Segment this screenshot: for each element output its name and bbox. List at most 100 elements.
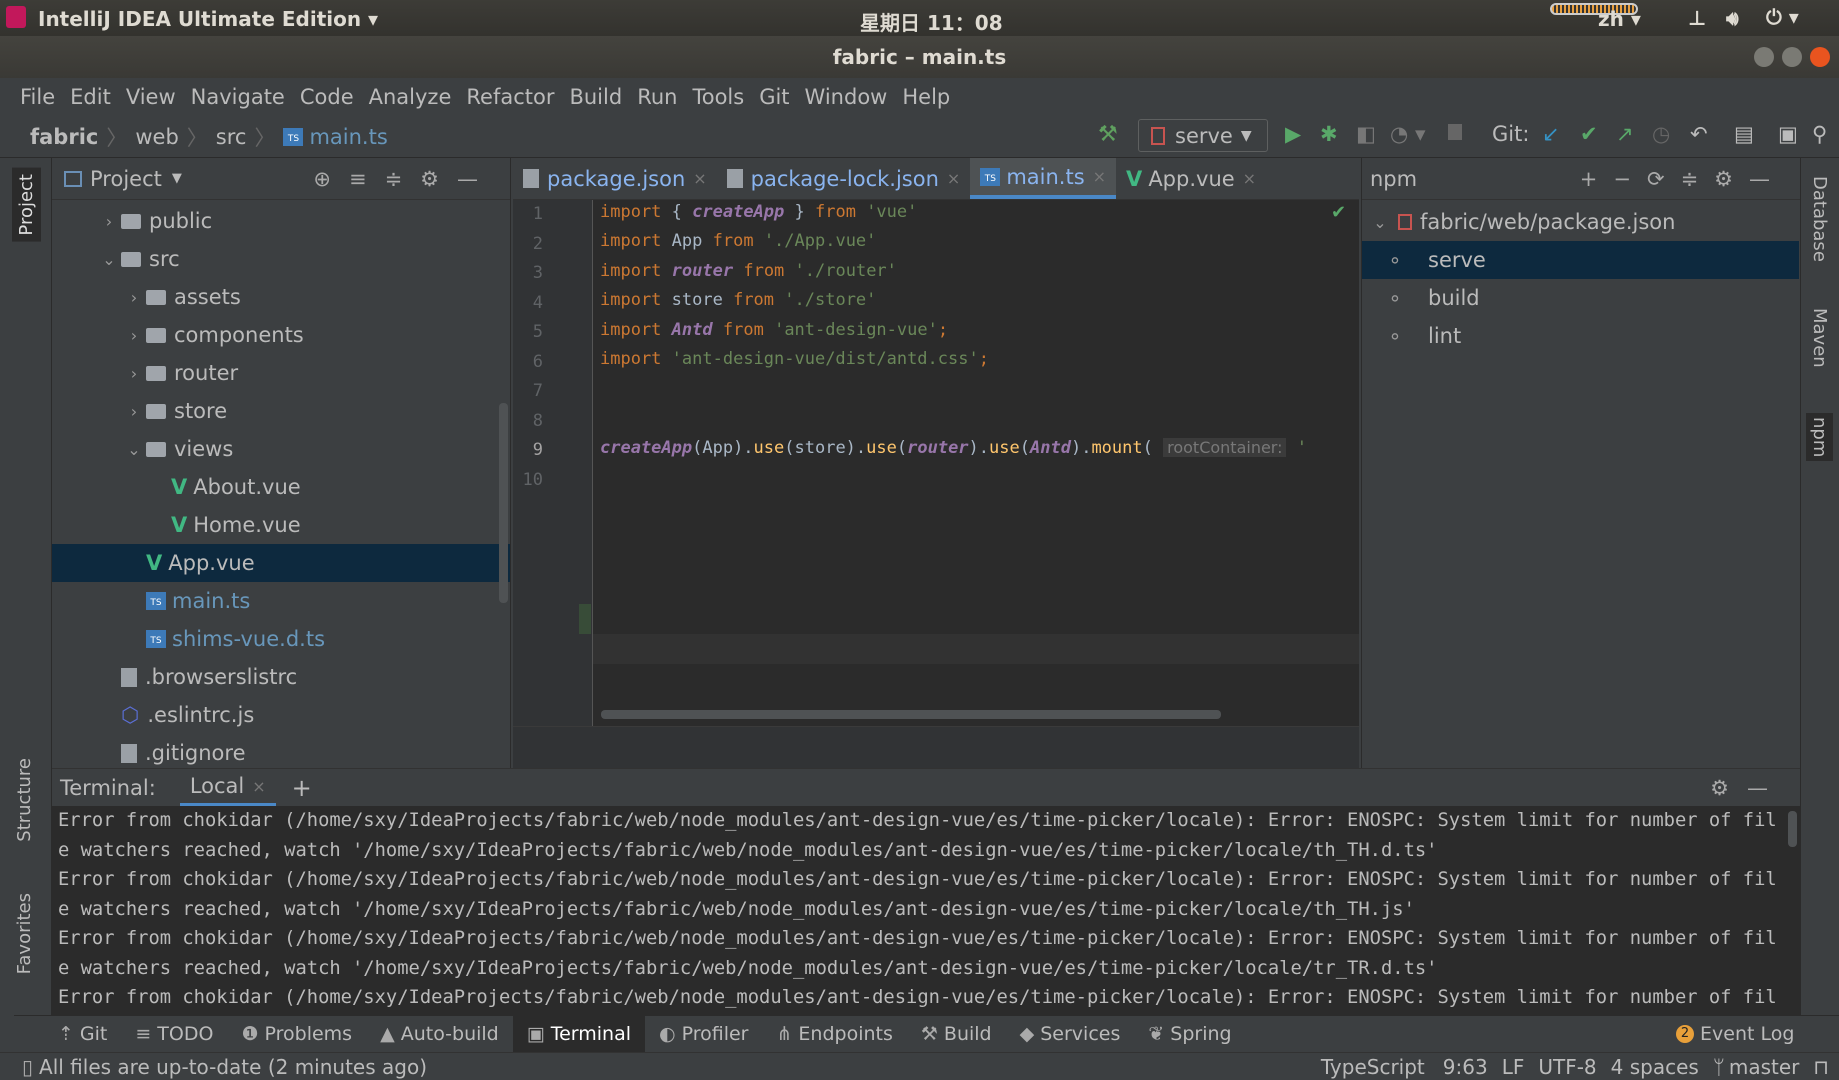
tab-app-vue[interactable]: V App.vue ×: [1116, 158, 1266, 199]
stripe-npm[interactable]: npm: [1806, 413, 1833, 462]
menu-run[interactable]: Run: [637, 85, 677, 109]
menu-window[interactable]: Window: [805, 85, 888, 109]
status-toggle-icon[interactable]: ▯: [22, 1055, 33, 1079]
close-tab-icon[interactable]: ×: [252, 777, 265, 796]
menu-analyze[interactable]: Analyze: [369, 85, 452, 109]
menu-tools[interactable]: Tools: [692, 85, 744, 109]
chevron-right-icon[interactable]: ›: [97, 212, 121, 231]
terminal-output[interactable]: Error from chokidar (/home/sxy/IdeaProje…: [52, 806, 1800, 1013]
npm-script-lint[interactable]: ∘ lint: [1362, 317, 1799, 355]
menu-git[interactable]: Git: [759, 85, 789, 109]
editor-horizontal-scrollbar[interactable]: [601, 710, 1221, 719]
npm-panel-actions[interactable]: +−⟳≑⚙—: [1580, 167, 1786, 191]
close-tab-icon[interactable]: ×: [1093, 167, 1106, 186]
new-terminal-button[interactable]: +: [292, 774, 312, 802]
chevron-right-icon[interactable]: ›: [122, 402, 146, 421]
tree-item[interactable]: TS shims-vue.d.ts: [52, 620, 510, 658]
chevron-right-icon[interactable]: ›: [122, 326, 146, 345]
git-update-icon[interactable]: ↙: [1542, 122, 1560, 146]
terminal-tab-local[interactable]: Local ×: [179, 769, 276, 806]
tree-item[interactable]: .browserslistrc: [52, 658, 510, 696]
project-structure-icon[interactable]: ▤: [1734, 122, 1754, 146]
search-icon[interactable]: ⚲: [1812, 122, 1827, 146]
chevron-down-icon[interactable]: ⌄: [97, 250, 121, 269]
breadcrumb-main-ts[interactable]: main.ts: [309, 125, 387, 149]
tree-item[interactable]: › assets: [52, 278, 510, 316]
event-log-button[interactable]: 2 Event Log: [1676, 1015, 1794, 1052]
menu-code[interactable]: Code: [300, 85, 354, 109]
breadcrumb-web[interactable]: web: [135, 125, 178, 149]
status-message[interactable]: All files are up-to-date (2 minutes ago): [39, 1055, 427, 1079]
coverage-icon[interactable]: ◧: [1356, 122, 1376, 146]
tab-main-ts[interactable]: TS main.ts ×: [970, 158, 1117, 199]
presentation-icon[interactable]: ▣: [1778, 122, 1798, 146]
run-config-select[interactable]: serve ▼: [1138, 119, 1268, 152]
menu-navigate[interactable]: Navigate: [191, 85, 285, 109]
menu-edit[interactable]: Edit: [70, 85, 111, 109]
tree-item[interactable]: ⬡ .eslintrc.js: [52, 696, 510, 734]
status-language[interactable]: TypeScript: [1321, 1055, 1425, 1079]
close-tab-icon[interactable]: ×: [693, 169, 706, 188]
rollback-icon[interactable]: ↶: [1690, 122, 1708, 146]
terminal-scrollbar[interactable]: [1788, 811, 1797, 847]
close-tab-icon[interactable]: ×: [1243, 169, 1256, 188]
tree-item[interactable]: › router: [52, 354, 510, 392]
tree-item[interactable]: › components: [52, 316, 510, 354]
inspection-ok-icon[interactable]: ✔: [1331, 202, 1346, 223]
chevron-right-icon[interactable]: ›: [122, 364, 146, 383]
git-push-icon[interactable]: ↗: [1616, 122, 1634, 146]
history-icon[interactable]: ◷: [1652, 122, 1670, 146]
close-tab-icon[interactable]: ×: [947, 169, 960, 188]
build-hammer-icon[interactable]: ⚒: [1098, 122, 1118, 147]
npm-script-serve[interactable]: ∘ serve: [1362, 241, 1799, 279]
network-icon[interactable]: ⊥: [1688, 6, 1706, 30]
profile-icon[interactable]: ◔ ▾: [1390, 122, 1426, 146]
terminal-actions[interactable]: ⚙—: [1710, 776, 1786, 800]
tree-item[interactable]: › store: [52, 392, 510, 430]
git-commit-icon[interactable]: ✔: [1580, 122, 1598, 146]
tab-package-lock-json[interactable]: package-lock.json ×: [717, 158, 971, 199]
chevron-down-icon[interactable]: ⌄: [122, 440, 146, 459]
project-panel-actions[interactable]: ⊕≡≑⚙—: [313, 167, 496, 191]
volume-icon[interactable]: 🔊︎: [1726, 6, 1739, 30]
debug-icon[interactable]: ✱: [1320, 122, 1338, 146]
breadcrumb-fabric[interactable]: fabric: [30, 125, 98, 149]
breadcrumb-src[interactable]: src: [216, 125, 247, 149]
tree-item[interactable]: › public: [52, 202, 510, 240]
project-view-select[interactable]: Project: [90, 167, 162, 191]
tree-item[interactable]: ⌄ src: [52, 240, 510, 278]
stripe-database[interactable]: Database: [1809, 176, 1830, 262]
npm-package-root[interactable]: ⌄ fabric/web/package.json: [1362, 203, 1799, 241]
power-icon[interactable]: ⏻ ▾: [1766, 5, 1799, 29]
menu-view[interactable]: View: [126, 85, 176, 109]
tree-item[interactable]: V About.vue: [52, 468, 510, 506]
stop-icon[interactable]: [1448, 124, 1462, 140]
clock[interactable]: 星期日 11：08: [860, 7, 1003, 36]
app-menu[interactable]: IntelliJ IDEA Ultimate Edition ▾: [38, 7, 378, 31]
tree-item[interactable]: ⌄ views: [52, 430, 510, 468]
toolwindow-profiler[interactable]: ◐ Profiler: [645, 1016, 762, 1053]
status-caret-position[interactable]: 9:63: [1443, 1055, 1488, 1079]
menu-build[interactable]: Build: [569, 85, 622, 109]
tree-item[interactable]: .gitignore: [52, 734, 510, 772]
tree-item[interactable]: V App.vue: [52, 544, 510, 582]
lock-icon[interactable]: ⊓: [1813, 1055, 1829, 1079]
menu-file[interactable]: File: [20, 85, 55, 109]
toolwindow-auto-build[interactable]: ▲ Auto-build: [366, 1016, 513, 1053]
stripe-favorites[interactable]: Favorites: [14, 893, 35, 974]
stripe-maven[interactable]: Maven: [1809, 308, 1830, 368]
toolwindow-terminal[interactable]: ▣ Terminal: [512, 1015, 645, 1053]
status-encoding[interactable]: UTF-8: [1538, 1055, 1596, 1079]
toolwindow-services[interactable]: ◆ Services: [1006, 1016, 1135, 1053]
menu-refactor[interactable]: Refactor: [466, 85, 554, 109]
toolwindow-build[interactable]: ⚒ Build: [907, 1016, 1006, 1053]
toolwindow-git[interactable]: ⇡ Git: [44, 1016, 121, 1053]
status-line-separator[interactable]: LF: [1502, 1055, 1525, 1079]
status-indent[interactable]: 4 spaces: [1611, 1055, 1699, 1079]
tab-package-json[interactable]: package.json ×: [513, 158, 717, 199]
toolwindow-problems[interactable]: ❶ Problems: [227, 1016, 366, 1053]
run-icon[interactable]: ▶: [1285, 122, 1301, 146]
toolwindow-spring[interactable]: ❦ Spring: [1134, 1016, 1245, 1053]
toolwindow-todo[interactable]: ≡ TODO: [121, 1016, 227, 1053]
tree-item[interactable]: TS main.ts: [52, 582, 510, 620]
